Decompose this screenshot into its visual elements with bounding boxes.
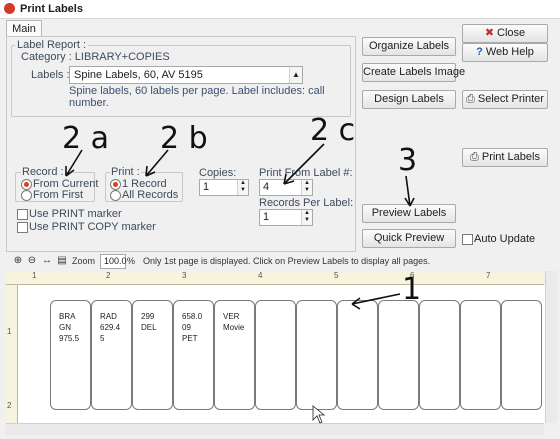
arrow-1 xyxy=(351,293,401,310)
arrow-2b xyxy=(145,149,169,177)
arrow-2c xyxy=(283,143,325,185)
arrow-3 xyxy=(404,175,415,207)
mouse-cursor-icon xyxy=(312,405,326,424)
arrow-2a xyxy=(65,149,83,177)
annotation-arrows xyxy=(65,143,415,424)
print-labels-window: Print Labels Main Label Report : Categor… xyxy=(0,0,560,439)
